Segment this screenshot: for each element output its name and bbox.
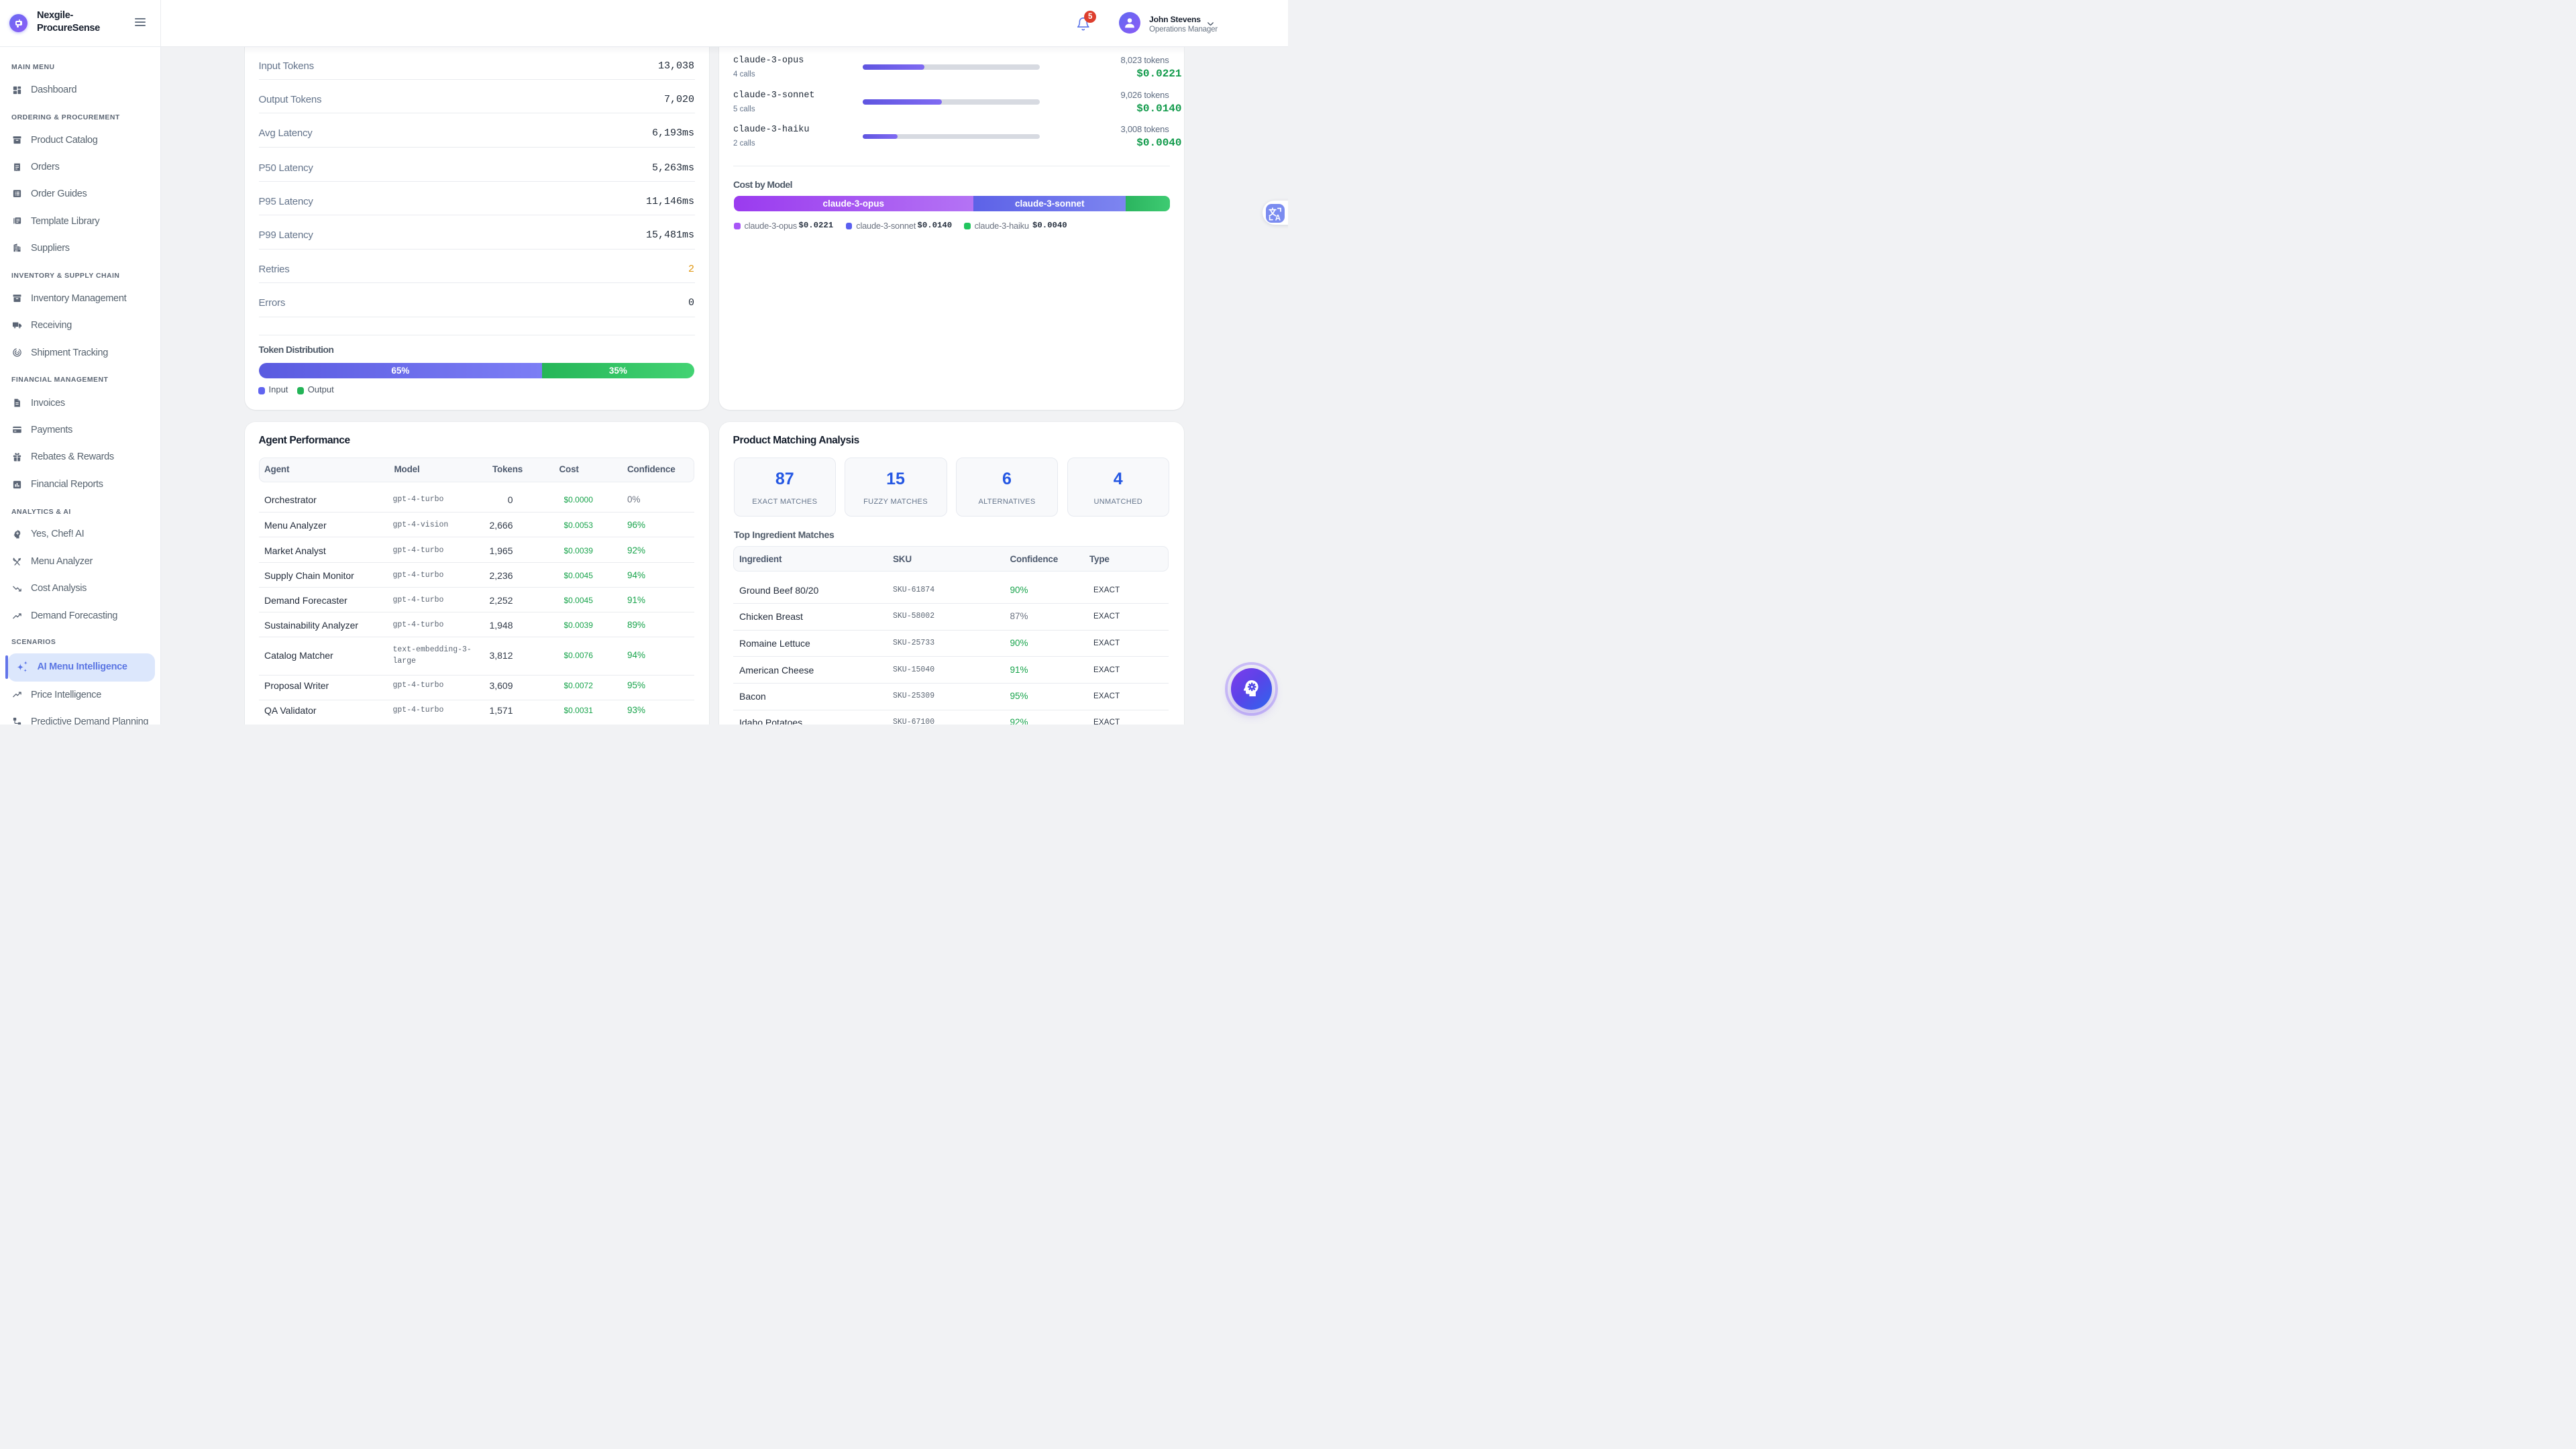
svg-text:A: A (1275, 214, 1281, 222)
